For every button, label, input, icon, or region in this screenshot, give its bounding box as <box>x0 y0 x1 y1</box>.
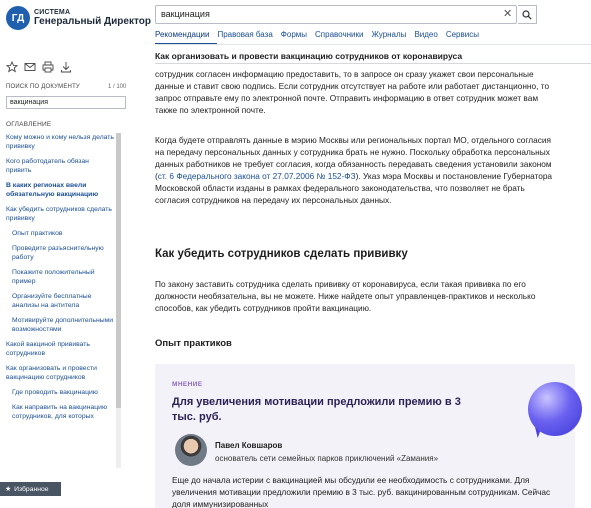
favorites-label: Избранное <box>14 485 49 493</box>
content-paragraph: Когда будете отправлять данные в мэрию М… <box>155 134 555 206</box>
tab-recommendations[interactable]: Рекомендации <box>155 30 218 45</box>
card-tag: МНЕНИЕ <box>172 381 203 388</box>
search-icon <box>522 9 532 20</box>
opinion-card: МНЕНИЕ Для увеличения мотивации предложи… <box>155 364 575 508</box>
avatar <box>175 434 207 466</box>
content-paragraph: сотрудник согласен информацию предостави… <box>155 69 550 115</box>
tab-services[interactable]: Сервисы <box>446 30 487 45</box>
toc-subitem[interactable]: Как направить на вакцинацию сотрудников,… <box>6 403 114 421</box>
toc-item[interactable]: Как организовать и провести вакцинацию с… <box>6 364 114 382</box>
tab-forms[interactable]: Формы <box>281 30 315 45</box>
content-paragraph: По закону заставить сотрудника сделать п… <box>155 279 536 313</box>
doc-search-count: 1 / 100 <box>108 84 127 90</box>
card-text: Еще до начала истерии с вакцинацией мы о… <box>172 475 551 508</box>
toc-item-active[interactable]: В каких регионах ввели обязательную вакц… <box>6 181 114 199</box>
toc-subitem[interactable]: Мотивируйте дополнительными возможностям… <box>6 316 114 334</box>
section-heading: Как убедить сотрудников сделать прививку <box>155 248 408 260</box>
toc-subitem[interactable]: Опыт практиков <box>6 229 114 238</box>
toc-item[interactable]: Кого работодатель обязан привить <box>6 157 114 175</box>
brand-line2: Генеральный Директор <box>34 16 151 27</box>
brand-line1: СИСТЕМА <box>34 9 71 16</box>
person-name: Павел Ковшаров <box>215 441 283 450</box>
tab-video[interactable]: Видео <box>414 30 445 45</box>
download-icon[interactable] <box>60 61 72 73</box>
tab-journals[interactable]: Журналы <box>371 30 414 45</box>
favorites-button[interactable]: ★ Избранное <box>0 482 61 496</box>
tab-legal-base[interactable]: Правовая база <box>217 30 280 45</box>
person-role: основатель сети семейных парков приключе… <box>215 454 439 463</box>
mail-icon[interactable] <box>24 61 36 73</box>
toc-subitem[interactable]: Где проводить вакцинацию <box>6 388 114 397</box>
logo[interactable]: ГД <box>6 6 30 30</box>
print-icon[interactable] <box>42 61 54 73</box>
tab-reference[interactable]: Справочники <box>315 30 371 45</box>
search-button[interactable] <box>518 5 537 24</box>
law-link[interactable]: ст. 6 Федерального закона от 27.07.2006 … <box>158 171 356 181</box>
search-input[interactable]: вакцинация <box>155 5 517 24</box>
toc-item[interactable]: Как убедить сотрудников сделать прививку <box>6 205 114 223</box>
chat-bubble-icon[interactable] <box>528 382 582 436</box>
close-icon[interactable]: ✕ <box>503 7 512 20</box>
toc-subitem[interactable]: Проведите разъяснительную работу <box>6 244 114 262</box>
toc-item[interactable]: Кому можно и кому нельзя делать прививку <box>6 133 114 151</box>
card-title: Для увеличения мотивации предложили прем… <box>172 396 461 423</box>
star-icon[interactable] <box>6 61 18 73</box>
title-divider <box>155 63 591 64</box>
toc-title: ОГЛАВЛЕНИЕ <box>6 121 52 128</box>
brand-name[interactable]: СИСТЕМА Генеральный Директор <box>34 9 151 27</box>
toc-item[interactable]: Какой вакциной прививать сотрудников <box>6 340 114 358</box>
main-tabs: Рекомендации Правовая база Формы Справоч… <box>155 30 487 45</box>
toc-scrollbar-thumb[interactable] <box>116 133 121 408</box>
doc-search-label: ПОИСК ПО ДОКУМЕНТУ <box>6 84 80 90</box>
subsection-heading: Опыт практиков <box>155 338 232 349</box>
toc-subitem[interactable]: Организуйте бесплатные анализы на антите… <box>6 292 114 310</box>
document-title: Как организовать и провести вакцинацию с… <box>155 51 463 61</box>
star-small-icon: ★ <box>5 486 12 493</box>
doc-search-input[interactable]: вакцинация <box>6 96 126 109</box>
toc-subitem[interactable]: Покажите положительный пример <box>6 268 114 286</box>
document-toolbar <box>6 61 72 73</box>
table-of-contents: Кому можно и кому нельзя делать прививку… <box>6 133 114 468</box>
toc-scrollbar[interactable] <box>116 133 121 468</box>
tabs-divider <box>155 44 591 45</box>
